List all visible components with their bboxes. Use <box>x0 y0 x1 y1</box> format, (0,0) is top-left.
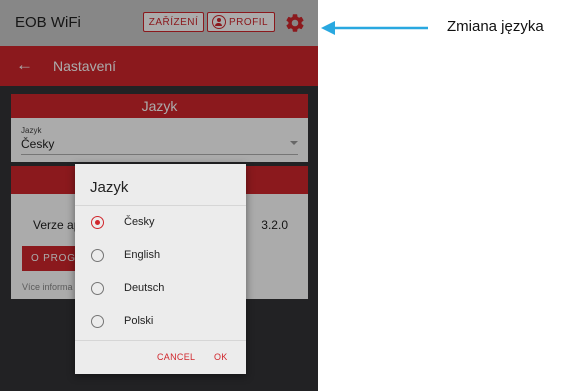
radio-unchecked-icon <box>91 282 104 295</box>
language-option-english[interactable]: English <box>75 242 246 270</box>
dialog-divider <box>75 205 246 206</box>
language-option-cesky[interactable]: Česky <box>75 209 246 237</box>
radio-unchecked-icon <box>91 315 104 328</box>
option-label: English <box>124 249 161 261</box>
cancel-button[interactable]: CANCEL <box>157 352 195 362</box>
annotation-arrow-icon <box>321 21 428 35</box>
language-dialog: Jazyk Česky English Deutsch Polski CANCE… <box>75 164 246 374</box>
annotation-text: Zmiana języka <box>447 18 544 35</box>
radio-checked-icon <box>91 216 104 229</box>
app-screen: EOB WiFi ZAŘÍZENÍ PROFIL ← Nastavení Jaz… <box>0 0 318 391</box>
option-label: Česky <box>124 216 155 228</box>
radio-unchecked-icon <box>91 249 104 262</box>
language-option-deutsch[interactable]: Deutsch <box>75 275 246 303</box>
dialog-divider <box>75 340 246 341</box>
option-label: Polski <box>124 315 154 327</box>
option-label: Deutsch <box>124 282 165 294</box>
ok-button[interactable]: OK <box>214 352 228 362</box>
dialog-title: Jazyk <box>90 179 129 196</box>
language-option-polski[interactable]: Polski <box>75 308 246 336</box>
